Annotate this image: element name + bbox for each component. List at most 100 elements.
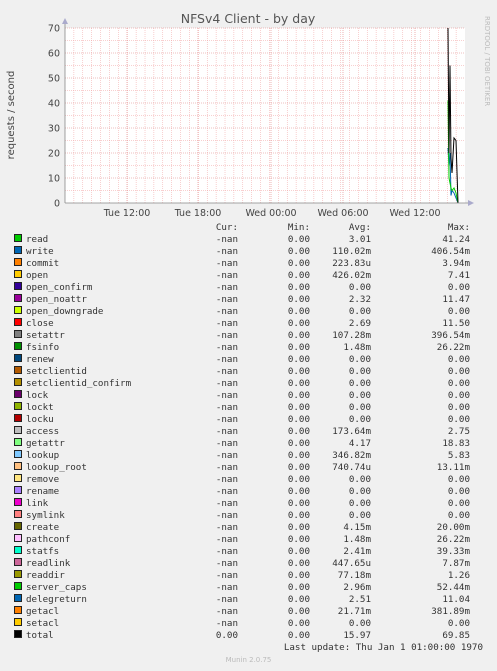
legend-max-value: 41.24 bbox=[442, 234, 470, 245]
legend-max-value: 0.00 bbox=[447, 474, 470, 485]
legend-swatch bbox=[14, 354, 22, 362]
legend-label: access bbox=[26, 426, 60, 437]
legend-avg-value: 0.00 bbox=[348, 510, 371, 521]
legend-swatch bbox=[14, 378, 22, 386]
legend-item-lookup-root: lookup_root -nan 0.00 740.74u 13.11m bbox=[0, 462, 497, 474]
legend-avg-value: 0.00 bbox=[348, 414, 371, 425]
legend-avg-value: 0.00 bbox=[348, 618, 371, 629]
legend-item-lockt: lockt -nan 0.00 0.00 0.00 bbox=[0, 402, 497, 414]
legend-max-value: 13.11m bbox=[436, 462, 470, 473]
legend-max-value: 0.00 bbox=[447, 510, 470, 521]
legend-avg-value: 0.00 bbox=[348, 390, 371, 401]
legend-avg-value: 740.74u bbox=[332, 462, 371, 473]
legend-item-delegreturn: delegreturn -nan 0.00 2.51 11.04 bbox=[0, 594, 497, 606]
legend-label: open bbox=[26, 270, 49, 281]
legend-item-remove: remove -nan 0.00 0.00 0.00 bbox=[0, 474, 497, 486]
legend-swatch bbox=[14, 510, 22, 518]
legend-item-server-caps: server_caps -nan 0.00 2.96m 52.44m bbox=[0, 582, 497, 594]
legend-label: setclientid bbox=[26, 366, 87, 377]
y-tick-label: 0 bbox=[54, 199, 60, 210]
legend-swatch bbox=[14, 366, 22, 374]
legend-label: getattr bbox=[26, 438, 65, 449]
header-avg: Avg: bbox=[348, 222, 371, 233]
legend-item-open-confirm: open_confirm -nan 0.00 0.00 0.00 bbox=[0, 282, 497, 294]
legend-label: symlink bbox=[26, 510, 65, 521]
legend-max-value: 0.00 bbox=[447, 414, 470, 425]
y-tick-label: 40 bbox=[48, 99, 60, 110]
legend-item-total: total 0.00 0.00 15.97 69.85 bbox=[0, 630, 497, 642]
legend-item-setclientid: setclientid -nan 0.00 0.00 0.00 bbox=[0, 366, 497, 378]
legend-swatch bbox=[14, 558, 22, 566]
y-axis-label: requests / second bbox=[6, 71, 17, 160]
legend-label: readlink bbox=[26, 558, 71, 569]
legend-avg-value: 21.71m bbox=[337, 606, 371, 617]
legend-label: getacl bbox=[26, 606, 60, 617]
legend-label: lookup bbox=[26, 450, 60, 461]
legend-swatch bbox=[14, 606, 22, 614]
legend-avg-value: 2.51 bbox=[348, 594, 371, 605]
legend-max-value: 39.33m bbox=[436, 546, 470, 557]
legend-swatch bbox=[14, 438, 22, 446]
legend-swatch bbox=[14, 330, 22, 338]
legend-label: commit bbox=[26, 258, 60, 269]
legend-item-setattr: setattr -nan 0.00 107.28m 396.54m bbox=[0, 330, 497, 342]
legend-item-lock: lock -nan 0.00 0.00 0.00 bbox=[0, 390, 497, 402]
y-tick-label: 50 bbox=[48, 74, 60, 85]
legend-label: link bbox=[26, 498, 49, 509]
legend-swatch bbox=[14, 498, 22, 506]
legend-item-fsinfo: fsinfo -nan 0.00 1.48m 26.22m bbox=[0, 342, 497, 354]
legend-avg-value: 0.00 bbox=[348, 354, 371, 365]
x-tick-label: Wed 00:00 bbox=[245, 208, 296, 219]
legend-label: remove bbox=[26, 474, 60, 485]
legend-label: setattr bbox=[26, 330, 65, 341]
legend-max-value: 5.83 bbox=[447, 450, 470, 461]
legend-max-value: 406.54m bbox=[431, 246, 470, 257]
legend-item-readdir: readdir -nan 0.00 77.18m 1.26 bbox=[0, 570, 497, 582]
legend-swatch bbox=[14, 486, 22, 494]
legend-item-setacl: setacl -nan 0.00 0.00 0.00 bbox=[0, 618, 497, 630]
legend-swatch bbox=[14, 318, 22, 326]
legend-swatch bbox=[14, 246, 22, 254]
legend-avg-value: 0.00 bbox=[348, 378, 371, 389]
legend-item-getacl: getacl -nan 0.00 21.71m 381.89m bbox=[0, 606, 497, 618]
legend-avg-value: 1.48m bbox=[343, 534, 371, 545]
header-max: Max: bbox=[447, 222, 470, 233]
legend-label: total bbox=[26, 630, 54, 641]
chart-graph: 0 10 20 30 40 50 60 70 Tue 12:00 Tue 18:00 Wed 00:… bbox=[0, 0, 497, 222]
legend-item-rename: rename -nan 0.00 0.00 0.00 bbox=[0, 486, 497, 498]
legend-max-value: 396.54m bbox=[431, 330, 470, 341]
legend-item-commit: commit -nan 0.00 223.83u 3.94m bbox=[0, 258, 497, 270]
legend-avg-value: 0.00 bbox=[348, 366, 371, 377]
legend-swatch bbox=[14, 414, 22, 422]
legend-avg-value: 173.64m bbox=[332, 426, 371, 437]
y-tick-label: 70 bbox=[48, 24, 60, 35]
legend-swatch bbox=[14, 390, 22, 398]
legend-label: delegreturn bbox=[26, 594, 87, 605]
y-tick-label: 10 bbox=[48, 174, 60, 185]
legend-max-value: 0.00 bbox=[447, 306, 470, 317]
legend-avg-value: 110.02m bbox=[332, 246, 371, 257]
legend-max-value: 0.00 bbox=[447, 282, 470, 293]
legend-max-value: 0.00 bbox=[447, 486, 470, 497]
legend-avg-value: 4.17 bbox=[348, 438, 371, 449]
legend-swatch bbox=[14, 342, 22, 350]
legend-swatch bbox=[14, 234, 22, 242]
legend-avg-value: 2.41m bbox=[343, 546, 371, 557]
legend-avg-value: 0.00 bbox=[348, 402, 371, 413]
legend-max-value: 0.00 bbox=[447, 402, 470, 413]
y-tick-label: 20 bbox=[48, 149, 60, 160]
legend-swatch bbox=[14, 282, 22, 290]
legend-max-value: 7.87m bbox=[442, 558, 470, 569]
legend-label: open_confirm bbox=[26, 282, 93, 293]
legend-item-close: close -nan 0.00 2.69 11.50 bbox=[0, 318, 497, 330]
legend-swatch bbox=[14, 450, 22, 458]
legend-avg-value: 447.65u bbox=[332, 558, 371, 569]
legend-swatch bbox=[14, 270, 22, 278]
legend-avg-value: 0.00 bbox=[348, 474, 371, 485]
legend-label: close bbox=[26, 318, 54, 329]
legend-swatch bbox=[14, 426, 22, 434]
rrdtool-watermark: RRDTOOL / TOBI OETIKER bbox=[483, 16, 491, 106]
legend-max-value: 69.85 bbox=[442, 630, 470, 641]
legend-max-value: 11.04 bbox=[442, 594, 470, 605]
legend-item-getattr: getattr -nan 0.00 4.17 18.83 bbox=[0, 438, 497, 450]
